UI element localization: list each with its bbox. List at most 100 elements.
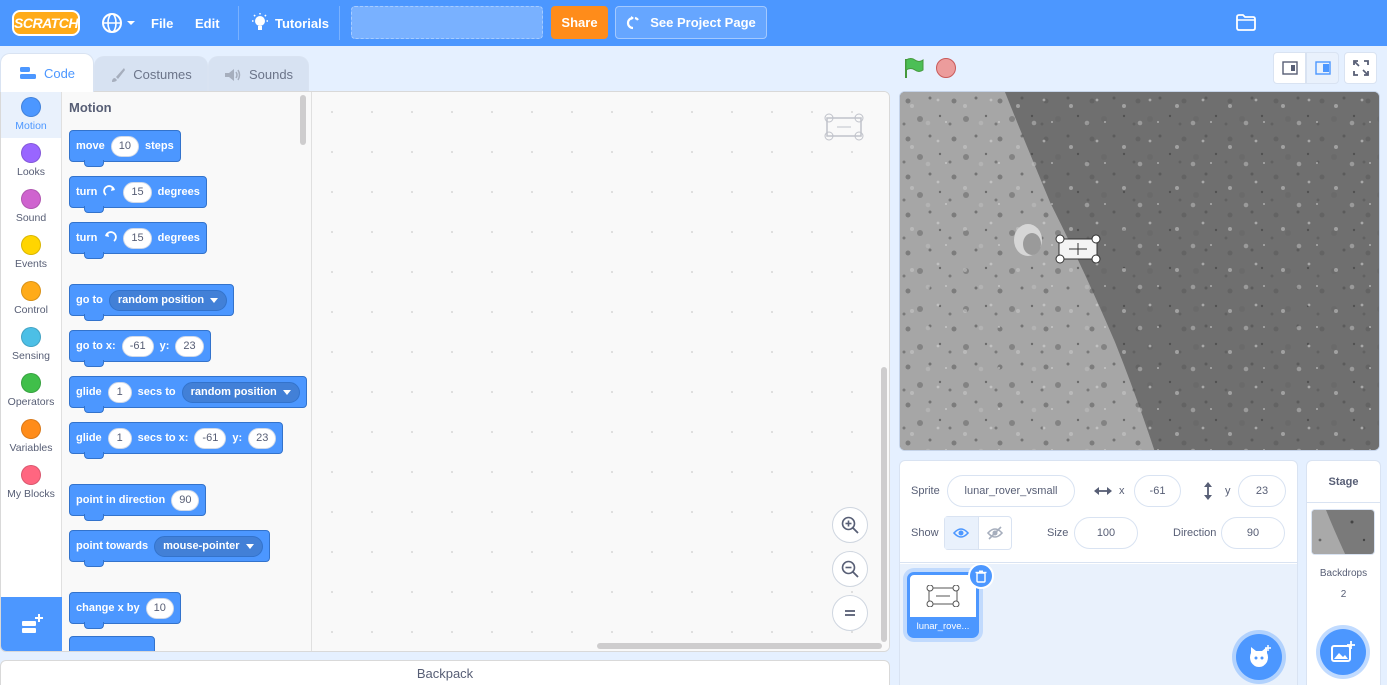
turn-left-block[interactable]: turn 15 degrees: [69, 222, 207, 259]
block-input[interactable]: -61: [194, 427, 227, 449]
category-events[interactable]: Events: [1, 230, 61, 276]
rotate-left-icon: [105, 231, 118, 242]
palette-scrollbar[interactable]: [300, 95, 306, 145]
set-x-block[interactable]: [69, 636, 155, 651]
lightbulb-icon: [252, 13, 268, 30]
backpack[interactable]: Backpack: [0, 660, 890, 685]
small-stage-button[interactable]: [1273, 52, 1306, 84]
fullscreen-button[interactable]: [1344, 52, 1377, 84]
block-dropdown[interactable]: mouse-pointer: [154, 535, 263, 557]
edit-menu[interactable]: Edit: [195, 0, 220, 46]
scratch-logo[interactable]: SCRATCH: [12, 10, 80, 36]
large-stage-button[interactable]: [1306, 52, 1339, 84]
category-variables[interactable]: Variables: [1, 414, 61, 460]
glide-to-xy-block[interactable]: glide 1 secs to x: -61 y: 23: [69, 422, 284, 459]
tab-costumes[interactable]: Costumes: [94, 56, 208, 92]
equals-icon: [845, 610, 855, 616]
block-dropdown[interactable]: random position: [108, 289, 228, 311]
code-blocks-icon: [19, 67, 36, 79]
block-input[interactable]: 23: [248, 427, 277, 449]
stop-button[interactable]: [936, 58, 956, 78]
menu-divider: [238, 6, 239, 40]
stage-canvas[interactable]: [899, 91, 1380, 451]
code-workspace: Motion Looks Sound Events Control Sensin…: [0, 91, 890, 652]
category-menu: Motion Looks Sound Events Control Sensin…: [1, 92, 62, 651]
lunar-rover-sprite[interactable]: [1055, 234, 1101, 264]
backdrop-thumbnail[interactable]: [1311, 509, 1375, 555]
sprite-thumbnail[interactable]: lunar_rove...: [907, 563, 994, 638]
show-toggle: [944, 516, 1012, 550]
show-hidden-button[interactable]: [979, 517, 1012, 549]
block-input[interactable]: 15: [123, 181, 152, 203]
category-sound[interactable]: Sound: [1, 184, 61, 230]
script-horizontal-scrollbar[interactable]: [597, 643, 882, 649]
tab-sounds[interactable]: Sounds: [208, 56, 309, 92]
direction-label: Direction: [1173, 527, 1217, 539]
glide-to-block[interactable]: glide 1 secs to random position: [69, 376, 307, 413]
category-dot: [21, 235, 41, 255]
zoom-in-button[interactable]: [832, 507, 868, 543]
category-sensing[interactable]: Sensing: [1, 322, 61, 368]
script-vertical-scrollbar[interactable]: [881, 367, 887, 642]
category-looks[interactable]: Looks: [1, 138, 61, 184]
choose-sprite-button[interactable]: [1236, 634, 1282, 680]
share-button[interactable]: Share: [551, 6, 608, 39]
tab-code[interactable]: Code: [0, 53, 94, 92]
zoom-out-button[interactable]: [832, 551, 868, 587]
script-area[interactable]: [312, 92, 889, 651]
lunar-surface-backdrop: [900, 92, 1379, 450]
category-motion[interactable]: Motion: [1, 92, 61, 138]
see-project-page-button[interactable]: See Project Page: [615, 6, 767, 39]
tutorials-button[interactable]: Tutorials: [251, 0, 329, 46]
block-dropdown[interactable]: random position: [181, 381, 300, 403]
direction-input[interactable]: 90: [1221, 517, 1285, 549]
delete-sprite-button[interactable]: [968, 563, 994, 589]
sprite-list: lunar_rove...: [900, 563, 1297, 685]
sprite-name-input[interactable]: lunar_rover_vsmall: [947, 475, 1075, 507]
block-palette: Motion move 10 steps turn 15 degrees tur…: [62, 92, 312, 651]
zoom-reset-button[interactable]: [832, 595, 868, 631]
go-to-xy-block[interactable]: go to x: -61 y: 23: [69, 330, 211, 367]
size-input[interactable]: 100: [1074, 517, 1138, 549]
block-input[interactable]: -61: [121, 335, 154, 357]
stage-selector[interactable]: Stage Backdrops 2: [1306, 460, 1381, 685]
block-input[interactable]: 10: [110, 135, 139, 157]
point-in-direction-block[interactable]: point in direction 90: [69, 484, 207, 521]
caret-down-icon: [245, 543, 254, 549]
show-visible-button[interactable]: [945, 517, 979, 549]
y-input[interactable]: 23: [1238, 475, 1286, 507]
green-flag-button[interactable]: [903, 57, 925, 84]
category-control[interactable]: Control: [1, 276, 61, 322]
my-stuff-button[interactable]: [1236, 14, 1256, 34]
move-steps-block[interactable]: move 10 steps: [69, 130, 181, 167]
block-input[interactable]: 15: [123, 227, 152, 249]
rover-thumbnail-icon: [926, 585, 960, 607]
turn-right-block[interactable]: turn 15 degrees: [69, 176, 207, 213]
category-operators[interactable]: Operators: [1, 368, 61, 414]
eye-icon: [953, 528, 970, 538]
project-title-input[interactable]: [351, 6, 543, 39]
cat-add-icon: [1250, 645, 1271, 667]
backdrops-count: 2: [1340, 589, 1347, 600]
sprite-label: Sprite: [911, 485, 940, 497]
point-towards-block[interactable]: point towards mouse-pointer: [69, 530, 270, 567]
block-input[interactable]: 1: [107, 381, 132, 403]
block-input[interactable]: 90: [171, 489, 200, 511]
category-dot: [21, 419, 41, 439]
sprite-preview-icon: [824, 113, 864, 141]
change-x-block[interactable]: change x by 10: [69, 592, 181, 629]
language-menu[interactable]: [101, 0, 136, 46]
palette-section-title: Motion: [69, 100, 112, 115]
eye-slash-icon: [986, 526, 1003, 540]
block-input[interactable]: 1: [107, 427, 132, 449]
block-input[interactable]: 23: [175, 335, 204, 357]
file-menu[interactable]: File: [151, 0, 173, 46]
fullscreen-icon: [1352, 60, 1369, 76]
block-input[interactable]: 10: [145, 597, 174, 619]
go-to-block[interactable]: go to random position: [69, 284, 235, 321]
x-input[interactable]: -61: [1134, 475, 1181, 507]
category-my-blocks[interactable]: My Blocks: [1, 460, 61, 506]
backdrop-preview: [1312, 510, 1374, 554]
add-extension-button[interactable]: [1, 597, 62, 651]
choose-backdrop-button[interactable]: [1320, 629, 1366, 675]
